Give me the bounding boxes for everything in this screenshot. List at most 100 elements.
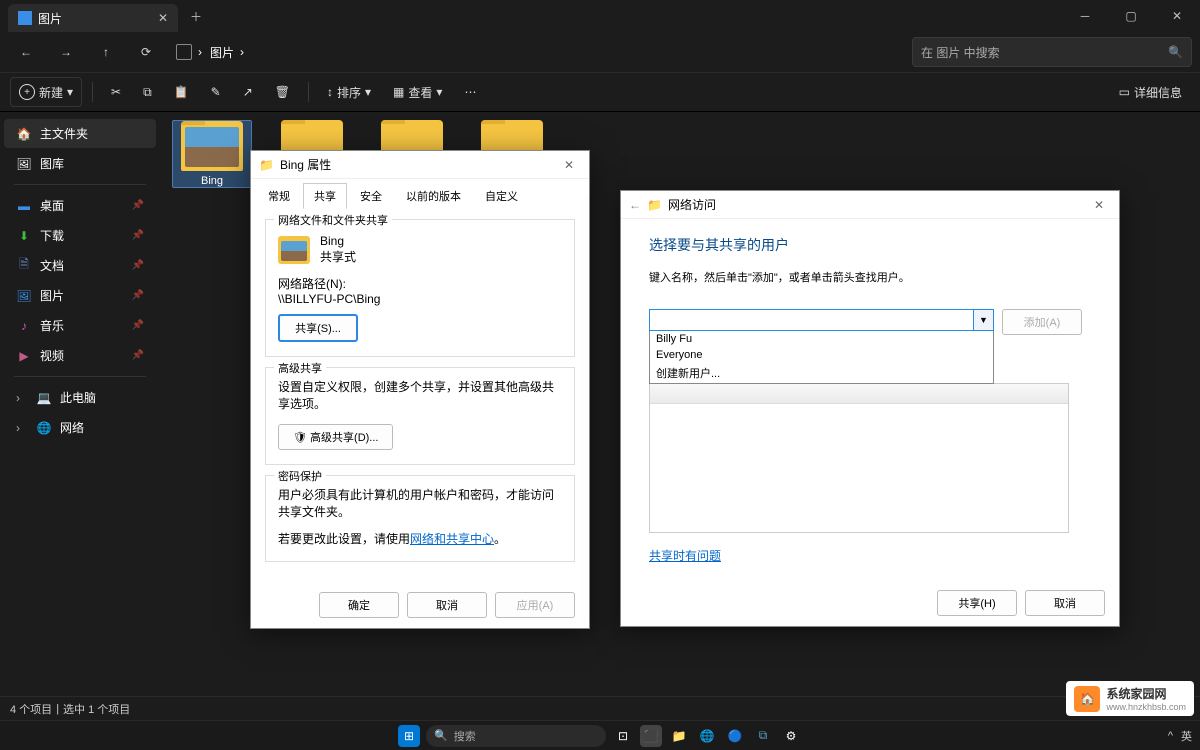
tab-security[interactable]: 安全	[349, 183, 393, 209]
tab-general[interactable]: 常规	[257, 183, 301, 209]
ok-button[interactable]: 确定	[319, 592, 399, 618]
folder-icon	[181, 121, 243, 171]
details-button[interactable]: ▭ 详细信息	[1111, 77, 1190, 107]
dialog-titlebar[interactable]: ← 📁 网络访问 ✕	[621, 191, 1119, 219]
tab-custom[interactable]: 自定义	[474, 183, 529, 209]
pin-icon: 📌	[132, 290, 144, 301]
pin-icon: 📌	[132, 230, 144, 241]
sidebar-item-videos[interactable]: ▶视频📌	[4, 341, 156, 370]
chevron-right-icon: ›	[16, 391, 28, 405]
sidebar-item-downloads[interactable]: ⬇下载📌	[4, 221, 156, 250]
rename-button[interactable]: ✎	[203, 77, 229, 107]
sidebar-item-music[interactable]: ♪音乐📌	[4, 311, 156, 340]
sidebar-item-documents[interactable]: 🗎文档📌	[4, 251, 156, 280]
breadcrumb-pictures[interactable]: 图片	[210, 44, 234, 61]
tab-close-icon[interactable]: ✕	[158, 11, 168, 25]
sidebar-item-thispc[interactable]: ›💻此电脑	[4, 383, 156, 412]
sidebar-item-network[interactable]: ›🌐网络	[4, 413, 156, 442]
network-center-link[interactable]: 网络和共享中心	[410, 532, 494, 546]
close-button[interactable]: ✕	[1154, 0, 1200, 32]
sidebar-item-desktop[interactable]: ▬桌面📌	[4, 191, 156, 220]
group-legend: 密码保护	[274, 468, 326, 484]
folder-item-bing[interactable]: Bing	[172, 120, 252, 188]
pictures-icon	[18, 11, 32, 25]
dialog-titlebar[interactable]: 📁 Bing 属性 ✕	[251, 151, 589, 179]
taskbar-app[interactable]: ⧉	[752, 725, 774, 747]
dropdown-option[interactable]: Everyone	[650, 347, 993, 363]
new-button[interactable]: +新建▾	[10, 77, 82, 107]
share-confirm-button[interactable]: 共享(H)	[937, 590, 1017, 616]
window-tab[interactable]: 图片 ✕	[8, 4, 178, 32]
dropdown-option[interactable]: 创建新用户...	[650, 363, 993, 383]
folder-icon	[278, 236, 310, 264]
user-input[interactable]	[649, 309, 974, 331]
pictures-icon: 🖼	[16, 288, 32, 304]
group-legend: 网络文件和文件夹共享	[274, 212, 392, 228]
start-button[interactable]: ⊞	[398, 725, 420, 747]
status-bar: 4 个项目 | 选中 1 个项目	[0, 696, 1200, 720]
paste-button[interactable]: 📋	[166, 77, 197, 107]
ime-indicator[interactable]: 英	[1181, 728, 1192, 744]
delete-button[interactable]: 🗑	[267, 77, 298, 107]
watermark-icon: 🏠	[1074, 686, 1100, 712]
user-combobox[interactable]: ▼	[649, 309, 994, 331]
taskbar-app[interactable]: 🔵	[724, 725, 746, 747]
tab-previous[interactable]: 以前的版本	[395, 183, 472, 209]
new-tab-button[interactable]: ＋	[186, 4, 206, 29]
taskbar-app[interactable]: 📁	[668, 725, 690, 747]
nav-bar: ← → ↑ ⟳ › 图片› 在 图片 中搜索 🔍	[0, 32, 1200, 72]
combo-dropdown-button[interactable]: ▼	[974, 309, 994, 331]
taskbar-app[interactable]: ⚙	[780, 725, 802, 747]
tab-share[interactable]: 共享	[303, 183, 347, 209]
network-icon: 📁	[647, 198, 662, 212]
advanced-share-button[interactable]: 🛡 高级共享(D)...	[278, 424, 393, 450]
watermark-url: www.hnzkhbsb.com	[1106, 702, 1186, 712]
maximize-button[interactable]: ▢	[1108, 0, 1154, 32]
share-name: Bing	[320, 234, 356, 248]
taskbar-app[interactable]: ⬛	[640, 725, 662, 747]
back-icon[interactable]: ←	[629, 198, 641, 212]
status-count: 4 个项目	[10, 701, 52, 717]
back-button[interactable]: ←	[8, 36, 44, 68]
taskbar: ⊞ 🔍搜索 ⊡ ⬛ 📁 🌐 🔵 ⧉ ⚙ ^ 英	[0, 720, 1200, 750]
chevron-right-icon: ›	[16, 421, 28, 435]
folder-icon: 📁	[259, 158, 274, 172]
search-input[interactable]: 在 图片 中搜索 🔍	[912, 37, 1192, 67]
advanced-share-group: 高级共享 设置自定义权限，创建多个共享，并设置其他高级共享选项。 🛡 高级共享(…	[265, 367, 575, 465]
share-button[interactable]: ↗	[235, 77, 261, 107]
up-button[interactable]: ↑	[88, 36, 124, 68]
view-button[interactable]: ▦ 查看 ▾	[385, 77, 450, 107]
advanced-share-desc: 设置自定义权限，创建多个共享，并设置其他高级共享选项。	[278, 378, 562, 412]
forward-button[interactable]: →	[48, 36, 84, 68]
sort-button[interactable]: ↕ 排序 ▾	[319, 77, 379, 107]
trouble-link[interactable]: 共享时有问题	[649, 549, 721, 563]
dialog-close-button[interactable]: ✕	[557, 158, 581, 172]
password-group: 密码保护 用户必须具有此计算机的用户帐户和密码，才能访问共享文件夹。 若要更改此…	[265, 475, 575, 562]
breadcrumb[interactable]: › 图片›	[176, 44, 244, 61]
cut-button[interactable]: ✂	[103, 77, 129, 107]
task-view-button[interactable]: ⊡	[612, 725, 634, 747]
pin-icon: 📌	[132, 200, 144, 211]
cancel-button[interactable]: 取消	[407, 592, 487, 618]
user-listbox[interactable]	[649, 383, 1069, 533]
sidebar-item-gallery[interactable]: 🖼图库	[4, 149, 156, 178]
pin-icon: 📌	[132, 260, 144, 271]
refresh-button[interactable]: ⟳	[128, 36, 164, 68]
taskbar-app[interactable]: 🌐	[696, 725, 718, 747]
sidebar-item-pictures[interactable]: 🖼图片📌	[4, 281, 156, 310]
sidebar-item-home[interactable]: 🏠主文件夹	[4, 119, 156, 148]
share-button[interactable]: 共享(S)...	[278, 314, 358, 342]
copy-button[interactable]: ⧉	[135, 77, 160, 107]
apply-button[interactable]: 应用(A)	[495, 592, 575, 618]
dropdown-option[interactable]: Billy Fu	[650, 331, 993, 347]
add-button[interactable]: 添加(A)	[1002, 309, 1082, 335]
more-button[interactable]: ⋯	[456, 77, 484, 107]
minimize-button[interactable]: ─	[1062, 0, 1108, 32]
dialog-close-button[interactable]: ✕	[1087, 198, 1111, 212]
taskbar-search[interactable]: 🔍搜索	[426, 725, 606, 747]
tray-chevron-icon[interactable]: ^	[1168, 730, 1173, 742]
pc-icon: 💻	[36, 390, 52, 406]
watermark-text: 系统家园网	[1106, 685, 1186, 702]
toolbar: +新建▾ ✂ ⧉ 📋 ✎ ↗ 🗑 ↕ 排序 ▾ ▦ 查看 ▾ ⋯ ▭ 详细信息	[0, 72, 1200, 112]
cancel-button[interactable]: 取消	[1025, 590, 1105, 616]
